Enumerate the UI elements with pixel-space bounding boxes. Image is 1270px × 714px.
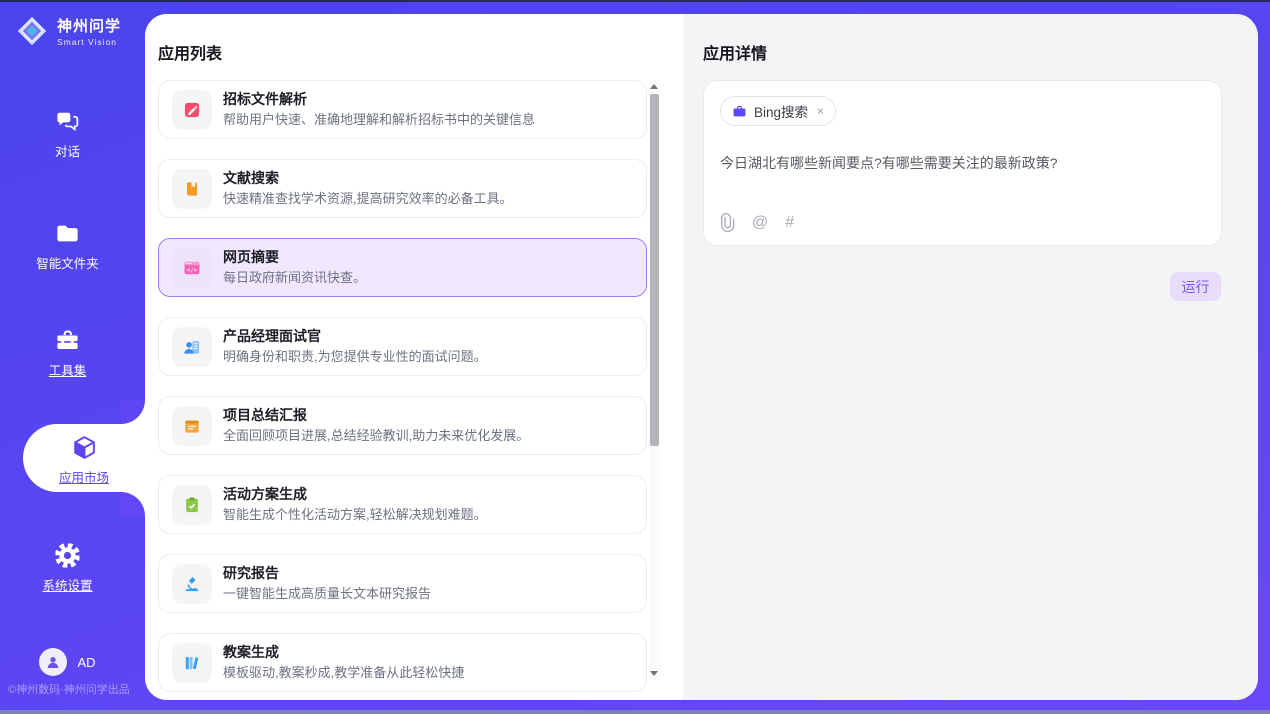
sidebar-item-chat[interactable]: 对话	[0, 108, 135, 160]
app-card-title: 文献搜索	[223, 169, 513, 188]
sidebar-item-label: 应用市场	[23, 467, 145, 486]
app-card-description: 每日政府新闻资讯快查。	[223, 269, 366, 287]
app-card-title: 研究报告	[223, 564, 431, 583]
report-note-icon	[172, 406, 212, 446]
tool-tag-label: Bing搜索	[754, 101, 808, 121]
app-card-pm-interviewer[interactable]: 产品经理面试官 明确身份和职责,为您提供专业性的面试问题。	[158, 317, 647, 376]
sidebar-item-label: 对话	[0, 141, 135, 160]
folder-icon	[54, 220, 81, 247]
sidebar-item-toolbox[interactable]: 工具集	[0, 327, 135, 379]
webpage-icon: </>	[172, 248, 212, 288]
scroll-down-icon[interactable]	[650, 671, 658, 676]
active-tab-notch-bottom	[121, 492, 145, 516]
copyright-text: ©神州数码·神州问学出品	[8, 681, 130, 697]
app-card-title: 招标文件解析	[223, 90, 535, 109]
app-card-literature-search[interactable]: 文献搜索 快速精准查找学术资源,提高研究效率的必备工具。	[158, 159, 647, 218]
toolbox-icon	[54, 327, 81, 354]
sidebar-item-settings[interactable]: 系统设置	[0, 542, 135, 594]
app-list-title: 应用列表	[158, 40, 222, 64]
avatar	[39, 648, 67, 676]
app-card-activity-plan[interactable]: 活动方案生成 智能生成个性化活动方案,轻松解决规划难题。	[158, 475, 647, 534]
interviewer-icon	[172, 327, 212, 367]
app-card-description: 一键智能生成高质量长文本研究报告	[223, 585, 431, 603]
app-card-description: 全面回顾项目进展,总结经验教训,助力未来优化发展。	[223, 427, 529, 445]
sidebar-item-label: 智能文件夹	[0, 253, 135, 272]
composer-toolbar: @ #	[720, 213, 794, 232]
app-list-panel: 应用列表 招标文件解析 帮助用户快速、准确地理解和解析招标书中的关键信息	[145, 14, 683, 700]
window-top-edge	[0, 0, 1270, 2]
app-detail-title: 应用详情	[703, 40, 767, 64]
brand: 神州问学 Smart Vision	[14, 13, 121, 49]
app-card-title: 产品经理面试官	[223, 327, 487, 346]
app-list: 招标文件解析 帮助用户快速、准确地理解和解析招标书中的关键信息 文献搜索 快速精…	[158, 80, 647, 700]
prompt-text[interactable]: 今日湖北有哪些新闻要点?有哪些需要关注的最新政策?	[720, 153, 1205, 173]
app-card-lesson-plan[interactable]: 教案生成 模板驱动,教案秒成,教学准备从此轻松快捷	[158, 633, 647, 692]
app-card-webpage-summary[interactable]: </> 网页摘要 每日政府新闻资讯快查。	[158, 238, 647, 297]
app-card-research-report[interactable]: 研究报告 一键智能生成高质量长文本研究报告	[158, 554, 647, 613]
books-icon	[172, 643, 212, 683]
app-list-scrollbar[interactable]	[649, 80, 660, 680]
prompt-composer[interactable]: Bing搜索 × 今日湖北有哪些新闻要点?有哪些需要关注的最新政策? @ #	[703, 80, 1222, 246]
app-card-description: 明确身份和职责,为您提供专业性的面试问题。	[223, 348, 487, 366]
app-card-project-summary[interactable]: 项目总结汇报 全面回顾项目进展,总结经验教训,助力未来优化发展。	[158, 396, 647, 455]
app-card-bid-parse[interactable]: 招标文件解析 帮助用户快速、准确地理解和解析招标书中的关键信息	[158, 80, 647, 139]
window-bottom-edge	[0, 710, 1270, 714]
brand-subtitle: Smart Vision	[57, 37, 121, 47]
gear-icon	[54, 542, 81, 569]
scroll-up-icon[interactable]	[650, 84, 658, 89]
app-card-title: 活动方案生成	[223, 485, 487, 504]
attach-icon[interactable]	[720, 213, 735, 232]
microscope-icon	[172, 564, 212, 604]
app-card-description: 智能生成个性化活动方案,轻松解决规划难题。	[223, 506, 487, 524]
sidebar-item-app-market[interactable]: 应用市场	[23, 424, 145, 492]
run-button[interactable]: 运行	[1170, 272, 1221, 301]
diamond-logo-icon	[14, 13, 50, 49]
app-card-description: 帮助用户快速、准确地理解和解析招标书中的关键信息	[223, 111, 535, 129]
topic-icon[interactable]: #	[785, 214, 794, 232]
mention-icon[interactable]: @	[752, 214, 768, 232]
sidebar-item-label: 系统设置	[0, 575, 135, 594]
main-window: 应用列表 招标文件解析 帮助用户快速、准确地理解和解析招标书中的关键信息	[145, 14, 1258, 700]
active-tab-notch-top	[121, 400, 145, 424]
sidebar: 神州问学 Smart Vision 对话 智能文件夹 工具集	[0, 0, 145, 714]
brand-name: 神州问学	[57, 15, 121, 36]
sidebar-item-smart-folder[interactable]: 智能文件夹	[0, 220, 135, 272]
app-detail-panel: 应用详情 Bing搜索 × 今日湖北有哪些新闻要点?有哪些需要关注的最新政策? …	[683, 14, 1258, 700]
user-account[interactable]: AD	[0, 648, 135, 676]
scrollbar-thumb[interactable]	[650, 94, 659, 446]
chat-icon	[54, 108, 81, 135]
clipboard-check-icon	[172, 485, 212, 525]
svg-text:</>: </>	[187, 267, 198, 273]
app-card-title: 项目总结汇报	[223, 406, 529, 425]
close-icon[interactable]: ×	[817, 104, 824, 118]
cube-icon	[71, 434, 98, 461]
app-card-title: 教案生成	[223, 643, 464, 662]
tool-tag-bing-search[interactable]: Bing搜索 ×	[720, 96, 836, 126]
sidebar-item-label: 工具集	[0, 360, 135, 379]
user-name: AD	[77, 655, 95, 670]
book-icon	[172, 169, 212, 209]
app-card-description: 模板驱动,教案秒成,教学准备从此轻松快捷	[223, 664, 464, 682]
app-card-description: 快速精准查找学术资源,提高研究效率的必备工具。	[223, 190, 513, 208]
person-icon	[44, 653, 62, 671]
app-card-title: 网页摘要	[223, 248, 366, 267]
briefcase-icon	[732, 104, 747, 119]
bid-document-icon	[172, 90, 212, 130]
